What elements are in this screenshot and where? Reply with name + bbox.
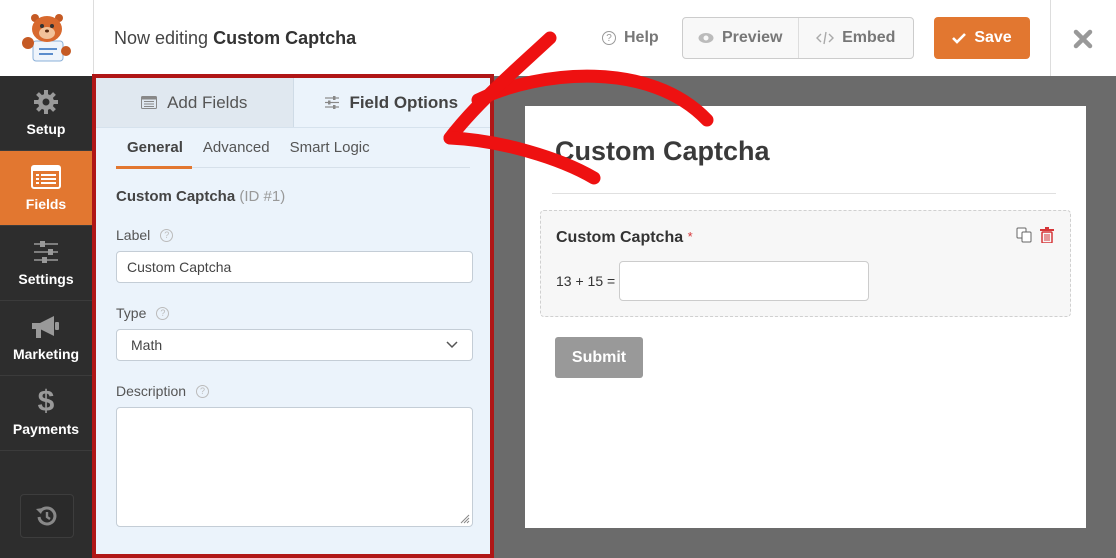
tab-label: Add Fields (167, 92, 248, 112)
captcha-answer-input[interactable] (619, 261, 870, 301)
subtab-advanced[interactable]: Advanced (203, 128, 270, 168)
duplicate-icon[interactable] (1016, 227, 1032, 243)
tab-label: Field Options (349, 92, 459, 112)
required-asterisk: * (687, 229, 693, 244)
description-caption-text: Description (116, 383, 187, 399)
type-caption-text: Type (116, 305, 147, 321)
sidebar-label: Marketing (12, 346, 80, 362)
top-bar: Now editing Custom Captcha ? Help Previe… (0, 0, 1116, 76)
trash-icon[interactable] (1040, 227, 1054, 243)
help-icon[interactable]: ? (196, 384, 210, 398)
sidebar-item-setup[interactable]: Setup (0, 76, 92, 151)
help-icon[interactable]: ? (156, 306, 170, 320)
field-label-text: Custom Captcha (556, 229, 684, 246)
sidebar-label: Settings (18, 271, 74, 287)
embed-label: Embed (842, 29, 896, 46)
subtab-general[interactable]: General (116, 128, 192, 169)
code-icon (816, 31, 835, 45)
page-title: Now editing Custom Captcha (114, 28, 356, 49)
tab-field-options[interactable]: Field Options (294, 78, 491, 127)
help-label: Help (624, 29, 659, 46)
sidebar-item-payments[interactable]: $ Payments (0, 376, 92, 451)
gear-icon (33, 89, 59, 115)
sidebar-item-marketing[interactable]: Marketing (0, 301, 92, 376)
title-prefix: Now editing (114, 28, 209, 48)
subtab-smart-logic[interactable]: Smart Logic (290, 128, 370, 168)
revisions-button[interactable] (20, 494, 74, 538)
field-options-panel: Add Fields Field Options General Advance… (92, 74, 494, 558)
sidebar-label: Payments (12, 421, 80, 437)
history-icon (36, 506, 57, 526)
bear-mascot-icon (21, 14, 71, 62)
sidebar-label: Fields (25, 196, 67, 212)
submit-button[interactable]: Submit (555, 337, 643, 378)
eye-icon (698, 33, 714, 43)
help-icon[interactable]: ? (160, 228, 174, 242)
label-input[interactable]: Custom Captcha (116, 251, 473, 283)
label-caption-text: Label (116, 227, 151, 243)
math-captcha-row: 13 + 15 = (556, 261, 870, 301)
list-icon (141, 96, 158, 109)
sidebar-label: Setup (26, 121, 66, 137)
field-heading: Custom Captcha (ID #1) (116, 188, 490, 205)
save-button[interactable]: Save (934, 17, 1030, 59)
embed-button[interactable]: Embed (797, 18, 914, 58)
dollar-icon: $ (37, 385, 55, 418)
chevron-down-icon (446, 341, 458, 349)
field-label: Custom Captcha * (556, 229, 693, 247)
label-caption: Label ? (116, 227, 490, 243)
help-button[interactable]: ? Help (602, 29, 659, 47)
question-circle-icon: ? (602, 31, 616, 45)
field-id: (ID #1) (239, 188, 286, 205)
description-textarea[interactable] (116, 407, 473, 527)
panel-tabs: Add Fields Field Options (96, 78, 490, 128)
sidebar-item-settings[interactable]: Settings (0, 226, 92, 301)
sidebar-item-fields[interactable]: Fields (0, 151, 92, 226)
type-select[interactable]: Math (116, 329, 473, 361)
close-button[interactable] (1062, 24, 1104, 54)
options-subtabs: General Advanced Smart Logic (116, 128, 470, 169)
form-preview: Custom Captcha Custom Captcha * 13 + 15 … (525, 106, 1086, 528)
preview-embed-group: Preview Embed (682, 17, 914, 59)
sliders-icon (32, 239, 60, 265)
fields-list-icon (31, 164, 61, 190)
description-caption: Description ? (116, 383, 490, 399)
checkmark-icon (952, 33, 967, 44)
sliders-icon (325, 96, 340, 109)
builder-sidebar: Setup Fields Settings Marketing $ Paymen… (0, 76, 92, 558)
preview-label: Preview (722, 29, 783, 46)
form-title: Custom Captcha (555, 136, 770, 166)
divider (552, 193, 1056, 194)
preview-button[interactable]: Preview (683, 18, 798, 58)
close-icon (1073, 29, 1093, 49)
field-actions (1016, 227, 1054, 243)
tab-add-fields[interactable]: Add Fields (96, 78, 294, 127)
divider (1050, 0, 1051, 76)
type-selected-value: Math (131, 337, 163, 353)
type-caption: Type ? (116, 305, 490, 321)
megaphone-icon (30, 314, 62, 340)
math-equation: 13 + 15 = (556, 273, 616, 289)
resize-handle-icon[interactable] (458, 512, 470, 524)
wpforms-logo (0, 0, 94, 76)
captcha-field-preview[interactable]: Custom Captcha * 13 + 15 = (540, 210, 1071, 317)
form-name: Custom Captcha (213, 28, 357, 48)
save-label: Save (974, 29, 1012, 46)
field-name: Custom Captcha (116, 188, 236, 205)
